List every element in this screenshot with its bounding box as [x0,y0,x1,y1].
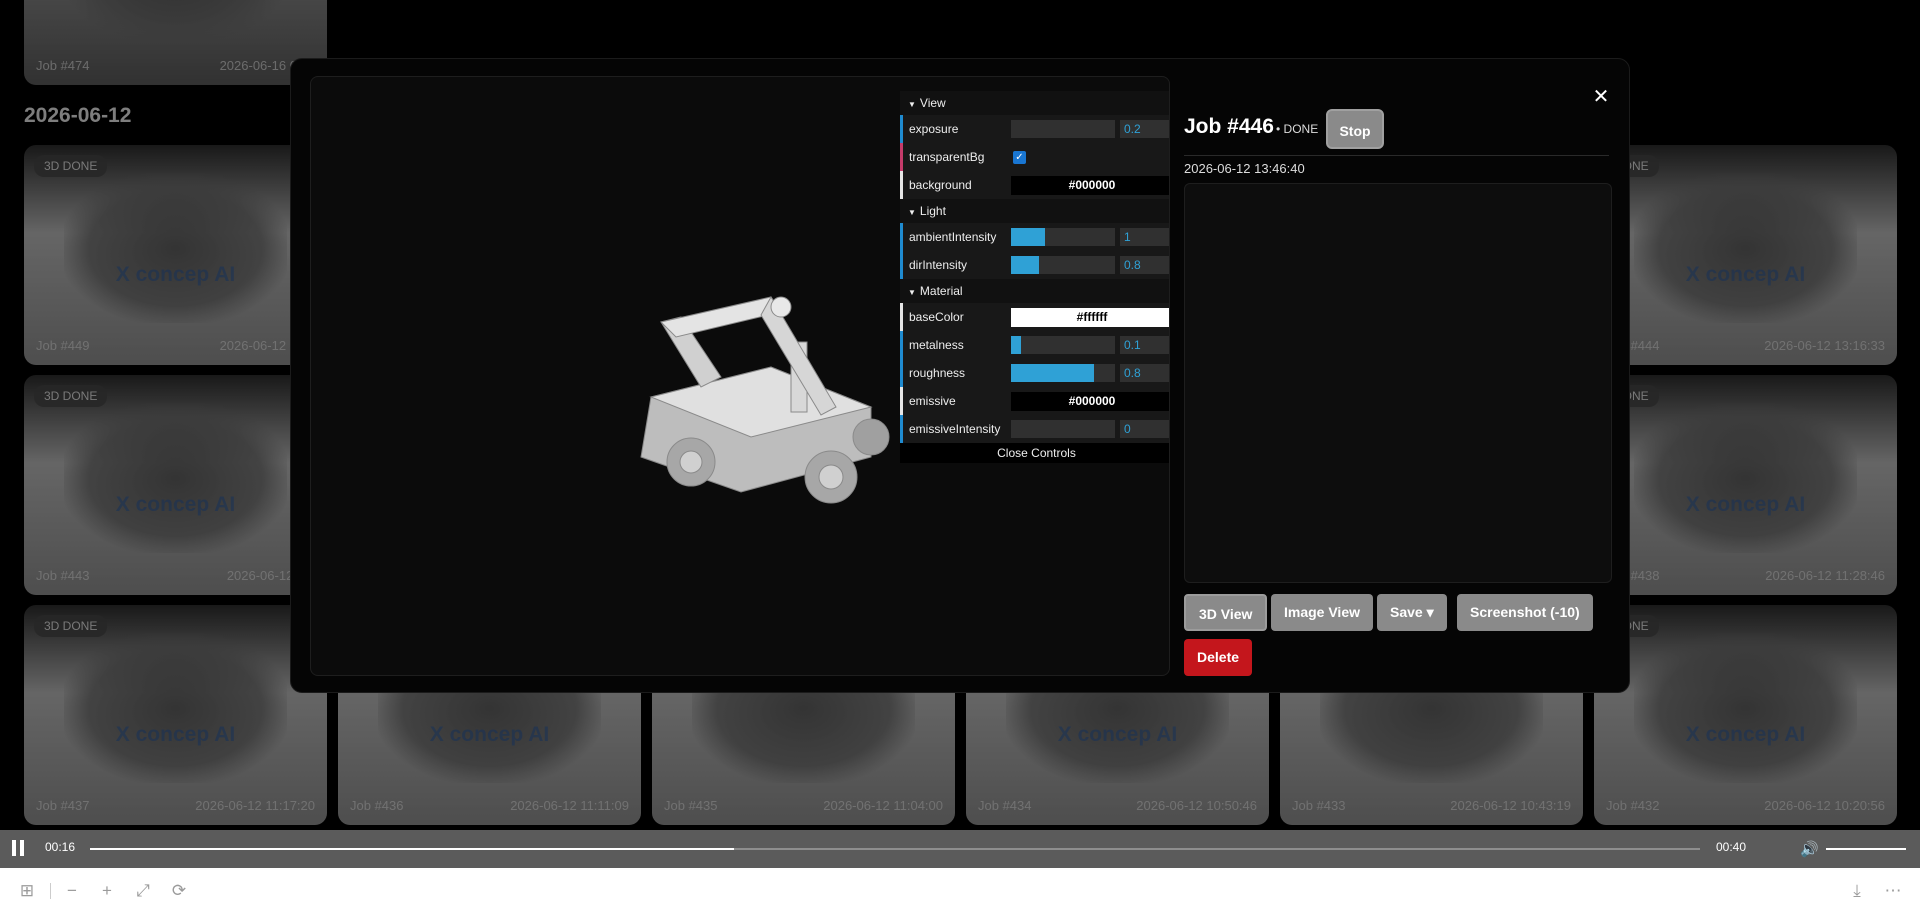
zoom-out-icon[interactable]: − [61,880,83,902]
control-label: background [909,178,972,192]
control-roughness: roughness 0.8 [900,359,1169,387]
3d-view-button[interactable]: 3D View [1184,594,1268,631]
dirIntensity-input[interactable]: 0.8 [1120,256,1169,274]
progress-played [90,848,734,850]
transparentBg-checkbox[interactable]: ✓ [1013,151,1026,164]
caret-down-icon: ▼ [908,100,916,109]
volume-slider[interactable] [1826,848,1906,850]
job-detail-modal: ▼ View exposure 0.2 transparentBg ✓ backg… [290,58,1630,693]
3d-model-render [640,295,890,504]
folder-light[interactable]: ▼ Light [900,199,1169,223]
grid-icon[interactable]: ⊞ [16,880,38,902]
dirIntensity-slider[interactable] [1011,256,1115,274]
video-controls: 00:16 00:40 🔊 [0,830,1920,868]
ambientIntensity-slider[interactable] [1011,228,1115,246]
slider-fill [1011,364,1095,382]
control-label: metalness [909,338,964,352]
slider-fill [1011,228,1046,246]
3d-viewer-canvas[interactable]: ▼ View exposure 0.2 transparentBg ✓ backg… [310,76,1170,676]
screenshot-button[interactable]: Screenshot (-10) [1457,594,1593,631]
control-label: ambientIntensity [909,230,997,244]
control-dirIntensity: dirIntensity 0.8 [900,251,1169,279]
divider [1184,155,1609,156]
progress-track[interactable] [90,848,1700,850]
controls-panel: ▼ View exposure 0.2 transparentBg ✓ backg… [900,91,1169,463]
caret-down-icon: ▼ [908,288,916,297]
folder-title: Light [919,204,946,218]
close-icon[interactable]: ✕ [1589,85,1613,109]
folder-title: Material [919,284,963,298]
control-label: exposure [909,122,959,136]
job-date: 2026-06-12 13:46:40 [1184,161,1305,176]
control-ambientIntensity: ambientIntensity 1 [900,223,1169,251]
control-label: transparentBg [909,150,985,164]
roughness-input[interactable]: 0.8 [1120,364,1169,382]
control-label: dirIntensity [909,258,968,272]
control-emissiveIntensity: emissiveIntensity 0 [900,415,1169,443]
control-transparentBg: transparentBg ✓ [900,143,1169,171]
exposure-input[interactable]: 0.2 [1120,120,1169,138]
control-exposure: exposure 0.2 [900,115,1169,143]
delete-button[interactable]: Delete [1184,639,1253,676]
folder-material[interactable]: ▼ Material [900,279,1169,303]
baseColor-swatch[interactable]: #ffffff [1011,308,1169,327]
control-emissive: emissive #000000 [900,387,1169,415]
control-background: background #000000 [900,171,1169,199]
download-icon[interactable]: ⤓ [1846,880,1868,902]
slider-fill [1011,336,1022,354]
background-color-swatch[interactable]: #000000 [1011,176,1169,195]
folder-view[interactable]: ▼ View [900,91,1169,115]
metalness-slider[interactable] [1011,336,1115,354]
control-label: emissive [909,394,956,408]
volume-icon[interactable]: 🔊 [1800,840,1819,858]
control-metalness: metalness 0.1 [900,331,1169,359]
job-title: Job #446 [1184,115,1274,138]
stop-button[interactable]: Stop [1326,109,1384,149]
duration: 00:40 [1716,840,1747,854]
zoom-in-icon[interactable]: + [96,880,118,902]
roughness-slider[interactable] [1011,364,1115,382]
caret-down-icon: ▼ [908,208,916,217]
emissiveIntensity-slider[interactable] [1011,420,1115,438]
slider-fill [1011,256,1040,274]
control-label: baseColor [909,310,964,324]
ambientIntensity-input[interactable]: 1 [1120,228,1169,246]
current-time: 00:16 [45,840,76,854]
preview-panel [1184,183,1612,583]
more-icon[interactable]: ⋯ [1882,880,1904,902]
save-dropdown-button[interactable]: Save ▾ [1377,594,1447,631]
image-view-button[interactable]: Image View [1271,594,1374,631]
exposure-slider[interactable] [1011,120,1115,138]
job-status: • DONE [1276,122,1319,136]
control-label: emissiveIntensity [909,422,1001,436]
folder-title: View [919,96,946,110]
app-root: Job #474 2026-06-16 09:4 2026-06-12 X co… [0,0,1920,915]
bottom-toolbar: ⊞ − + ⤢ ⟳ ⤓ ⋯ [0,868,1920,915]
metalness-input[interactable]: 0.1 [1120,336,1169,354]
control-baseColor: baseColor #ffffff [900,303,1169,331]
emissive-swatch[interactable]: #000000 [1011,392,1169,411]
toolbar-divider [50,883,51,899]
pause-icon[interactable] [12,840,26,856]
fullscreen-icon[interactable]: ⤢ [132,880,154,902]
control-label: roughness [909,366,966,380]
close-controls-button[interactable]: Close Controls [900,443,1169,463]
refresh-icon[interactable]: ⟳ [168,880,190,902]
emissiveIntensity-input[interactable]: 0 [1120,420,1169,438]
